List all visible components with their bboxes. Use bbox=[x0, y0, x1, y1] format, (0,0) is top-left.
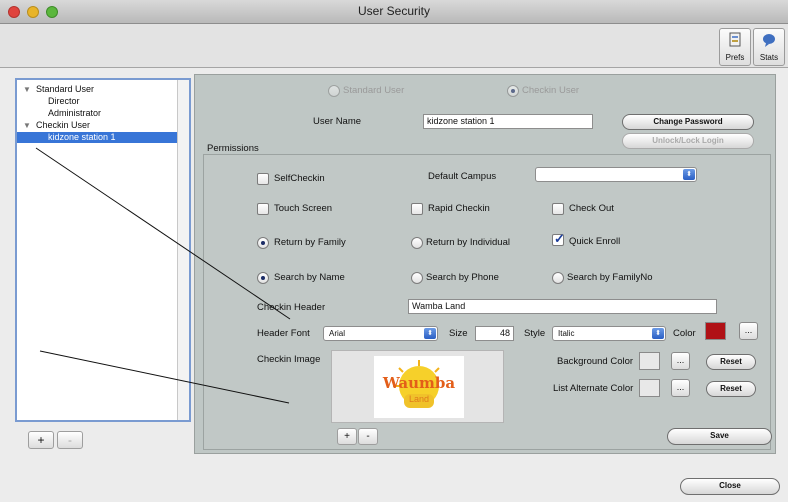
bottom-bar bbox=[0, 460, 788, 502]
annotation-lines bbox=[35, 147, 291, 404]
close-button[interactable]: Close bbox=[680, 478, 780, 495]
